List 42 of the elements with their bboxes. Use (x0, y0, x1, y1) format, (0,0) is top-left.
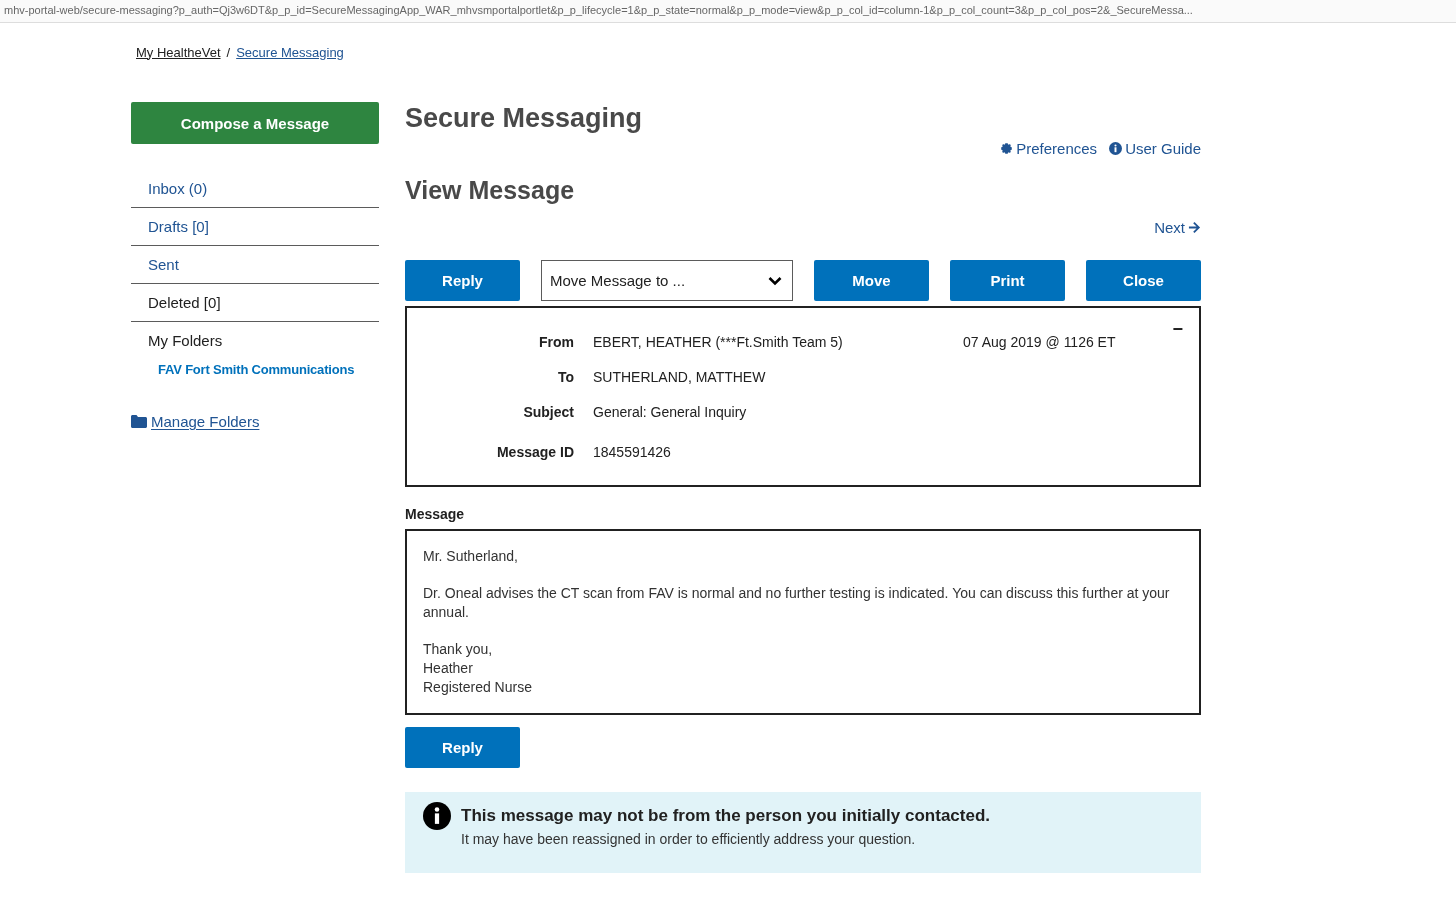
message-date: 07 Aug 2019 @ 1126 ET (963, 334, 1117, 352)
field-value: 1845591426 (593, 444, 672, 462)
notice-text: It may have been reassigned in order to efficiently address your question. (461, 830, 917, 848)
folder-link[interactable]: FAV Fort Smith Communications (131, 359, 379, 381)
arrow-right-icon (1188, 220, 1201, 234)
field-value: EBERT, HEATHER (***Ft.Smith Team 5) (593, 334, 844, 352)
sidebar-item[interactable]: Deleted [0] (131, 284, 379, 321)
field-label: Subject (522, 404, 574, 422)
notice-title: This message may not be from the person you initially contacted. (461, 805, 991, 827)
message-label: Message (405, 505, 466, 523)
user-guide-link[interactable]: User Guide (1109, 137, 1201, 159)
field-value: SUTHERLAND, MATTHEW (593, 369, 767, 387)
toolbar-button[interactable]: Print (950, 260, 1065, 301)
message-body: Mr. Sutherland, Dr. Oneal advises the CT scan from FAV is normal and no further testing is indicated. You can discuss this further at your annual. Thank you, Heather Registered Nurse (405, 529, 1201, 715)
folder-heading: My Folders (147, 331, 224, 351)
folder-icon (131, 415, 147, 428)
field-label: From (538, 334, 574, 352)
field-value: General: General Inquiry (593, 404, 748, 422)
chevron-down-icon (768, 275, 782, 286)
manage-folders-link[interactable]: Manage Folders (131, 413, 260, 430)
gear-icon (1000, 141, 1014, 155)
field-label: Message ID (495, 444, 574, 462)
breadcrumb-separator: / (226, 44, 231, 60)
view-message-heading: View Message (405, 175, 576, 206)
preferences-link[interactable]: Preferences (1000, 137, 1098, 159)
reply-button[interactable]: Reply (405, 727, 520, 768)
next-link[interactable]: Next (1154, 216, 1201, 238)
sidebar-item[interactable]: Drafts [0] (131, 208, 379, 245)
compose-button[interactable]: Compose a Message (131, 102, 379, 144)
sidebar-item[interactable]: Inbox (0) (131, 170, 379, 207)
toolbar-button[interactable]: Close (1086, 260, 1201, 301)
info-icon (1109, 141, 1123, 155)
sidebar-item[interactable]: Sent (131, 246, 379, 283)
page-title: Secure Messaging (405, 102, 644, 134)
toolbar-button[interactable]: Reply (405, 260, 520, 301)
breadcrumb-link[interactable]: My HealtheVet (136, 44, 221, 60)
field-label: To (556, 369, 574, 387)
toolbar-button[interactable]: Move (814, 260, 929, 301)
info-icon (423, 802, 451, 830)
breadcrumb-link[interactable]: Secure Messaging (236, 44, 344, 60)
collapse-button[interactable]: − (1172, 320, 1183, 338)
move-select[interactable]: Move Message to ... (541, 260, 793, 301)
